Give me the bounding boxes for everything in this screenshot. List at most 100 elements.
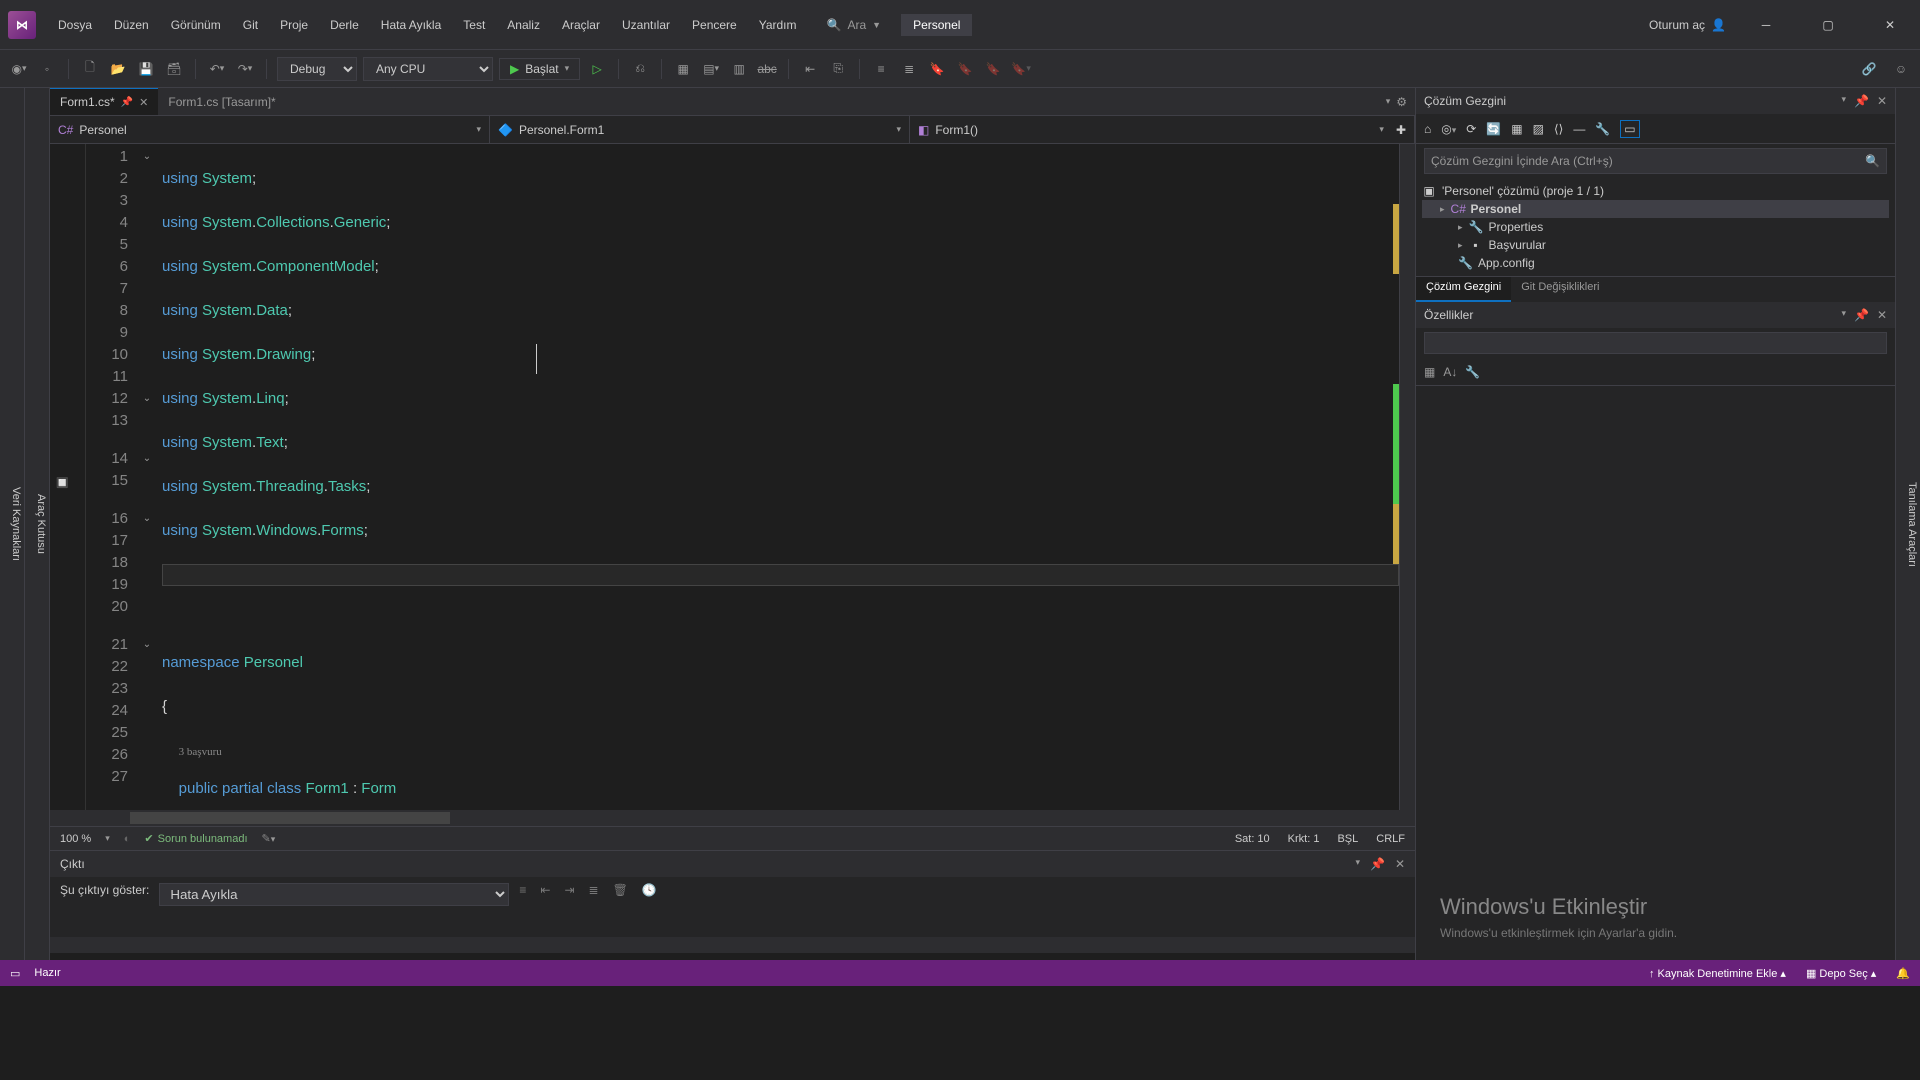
doc-tab-form1-designer[interactable]: Form1.cs [Tasarım]* [158,88,285,115]
close-icon[interactable]: ✕ [1877,308,1887,322]
side-tab-toolbox[interactable]: Araç Kutusu [25,88,50,960]
save-icon[interactable]: 💾 [135,58,157,80]
lightbulb-icon[interactable]: 🔲 [56,478,68,489]
repo-button[interactable]: ▦ Depo Seç ▴ [1806,967,1876,980]
close-button[interactable]: ✕ [1868,10,1912,40]
scm-button[interactable]: ↑ Kaynak Denetimine Ekle ▴ [1649,967,1786,980]
platform-select[interactable]: Any CPU [363,57,493,81]
open-icon[interactable]: 📂 [107,58,129,80]
wrench-icon[interactable]: 🔧 [1465,365,1480,379]
menu-item[interactable]: Hata Ayıkla [371,12,451,38]
menu-item[interactable]: Test [453,12,495,38]
pin-icon[interactable]: 📌 [121,97,133,108]
menu-item[interactable]: Dosya [48,12,102,38]
categorize-icon[interactable]: ▦ [1424,365,1435,379]
pin-icon[interactable]: 📌 [1370,857,1385,871]
tb-icon[interactable]: ≡ [519,883,526,897]
pin-icon[interactable]: 📌 [1854,308,1869,322]
bell-icon[interactable]: 🔔 [1896,967,1910,980]
maximize-button[interactable]: ▢ [1806,10,1850,40]
tb-icon[interactable]: ≡ [870,58,892,80]
tb-icon[interactable]: ⇤ [540,883,550,897]
pin-icon[interactable]: 📌 [1854,94,1869,108]
tb-icon[interactable]: ▦ [1511,122,1522,136]
start-nodbg-icon[interactable]: ▷ [586,58,608,80]
nav-fwd-icon[interactable]: ◦ [36,58,58,80]
expand-icon[interactable]: ▸ [1458,240,1463,251]
tb-icon[interactable]: ⇤ [799,58,821,80]
menu-item[interactable]: Git [233,12,268,38]
nav-back-icon[interactable]: ◉▾ [8,58,30,80]
tb-icon[interactable]: ▤▾ [700,58,722,80]
menu-item[interactable]: Derle [320,12,369,38]
search-box[interactable]: 🔍 Ara ▼ [827,18,882,32]
tb-icon[interactable]: ▥ [728,58,750,80]
expand-icon[interactable]: ▸ [1458,222,1463,233]
code-editor[interactable]: 🔲 12345 678910 1112131415 16171819 20212… [50,144,1415,810]
tb-icon[interactable]: ⇥ [564,883,574,897]
tb-icon[interactable]: ≣ [898,58,920,80]
sync-icon[interactable]: 🔄 [1486,122,1501,136]
alpha-sort-icon[interactable]: A↓ [1443,365,1457,379]
tb-icon[interactable]: — [1573,122,1585,136]
new-project-icon[interactable]: 🗋 [79,58,101,80]
nav-project-combo[interactable]: C# Personel ▾ [50,116,490,143]
side-tab-datasources[interactable]: Veri Kaynakları [0,88,25,960]
menu-item[interactable]: Düzen [104,12,159,38]
tb-icon[interactable]: ≣ [589,883,599,897]
menu-item[interactable]: Görünüm [161,12,231,38]
signin-button[interactable]: Oturum aç 👤 [1649,18,1726,32]
output-source-select[interactable]: Hata Ayıkla [159,883,509,906]
tb-icon[interactable]: ⟨⟩ [1554,122,1563,136]
tb-icon[interactable]: 🕓 [642,883,657,897]
tb-icon[interactable]: ▭ [1620,120,1639,138]
col-label[interactable]: Krkt: 1 [1288,833,1320,845]
bookmark-icon[interactable]: 🔖 [926,58,948,80]
tb-icon[interactable]: ▦ [672,58,694,80]
close-icon[interactable]: ✕ [139,96,148,109]
line-label[interactable]: Sat: 10 [1235,833,1270,845]
chevron-down-icon[interactable]: ▾ [1841,94,1846,108]
vertical-scrollbar[interactable] [1399,144,1415,810]
props-object-combo[interactable] [1424,332,1887,354]
split-icon[interactable]: ✚ [1396,123,1406,137]
menu-item[interactable]: Analiz [497,12,550,38]
eol-label[interactable]: CRLF [1376,833,1405,845]
minimize-button[interactable]: ─ [1744,10,1788,40]
chevron-down-icon[interactable]: ▾ [1355,857,1360,871]
nav-member-combo[interactable]: ◧ Form1() ▾ ✚ [910,116,1415,143]
chevron-down-icon[interactable]: ▾ [1841,308,1846,322]
feedback-icon[interactable]: ☺ [1890,58,1912,80]
ins-label[interactable]: BŞL [1337,833,1358,845]
menu-item[interactable]: Yardım [749,12,807,38]
issues-label[interactable]: Sorun bulunamadı [158,833,248,845]
tb-icon[interactable]: 🔖 [954,58,976,80]
codelens-ref[interactable]: 3 başvuru [179,746,222,758]
foot-tab-solution[interactable]: Çözüm Gezgini [1416,277,1511,302]
tb-icon[interactable]: 🗑 [613,883,628,897]
undo-icon[interactable]: ↶▾ [206,58,228,80]
tb-icon[interactable]: 🔖▾ [1010,58,1032,80]
tb-icon[interactable]: abc [756,58,778,80]
tb-icon[interactable]: ⎌ [629,58,651,80]
config-select[interactable]: Debug [277,57,357,81]
zoom-label[interactable]: 100 % [60,833,91,845]
solution-tree[interactable]: ▣'Personel' çözümü (proje 1 / 1) ▸C#Pers… [1416,178,1895,276]
wrench-icon[interactable]: 🔧 [1595,122,1610,136]
nav-class-combo[interactable]: 🔷 Personel.Form1 ▾ [490,116,910,143]
side-tab-diagnostics[interactable]: Tanılama Araçları [1895,88,1920,960]
home-icon[interactable]: ⌂ [1424,122,1431,136]
tb-icon[interactable]: ⎘ [827,58,849,80]
menu-item[interactable]: Araçlar [552,12,610,38]
close-icon[interactable]: ✕ [1877,94,1887,108]
foot-tab-git[interactable]: Git Değişiklikleri [1511,277,1609,302]
start-button[interactable]: ▶ Başlat ▾ [499,58,580,80]
gear-icon[interactable]: ⚙ [1396,95,1407,109]
menu-item[interactable]: Pencere [682,12,747,38]
expand-icon[interactable]: ▸ [1440,204,1445,215]
tab-overflow-icon[interactable]: ▾ [1386,96,1391,107]
doc-tab-form1cs[interactable]: Form1.cs* 📌 ✕ [50,88,158,115]
horizontal-scrollbar[interactable] [50,810,1415,826]
close-icon[interactable]: ✕ [1395,857,1405,871]
tb-icon[interactable]: ▨ [1533,122,1544,136]
